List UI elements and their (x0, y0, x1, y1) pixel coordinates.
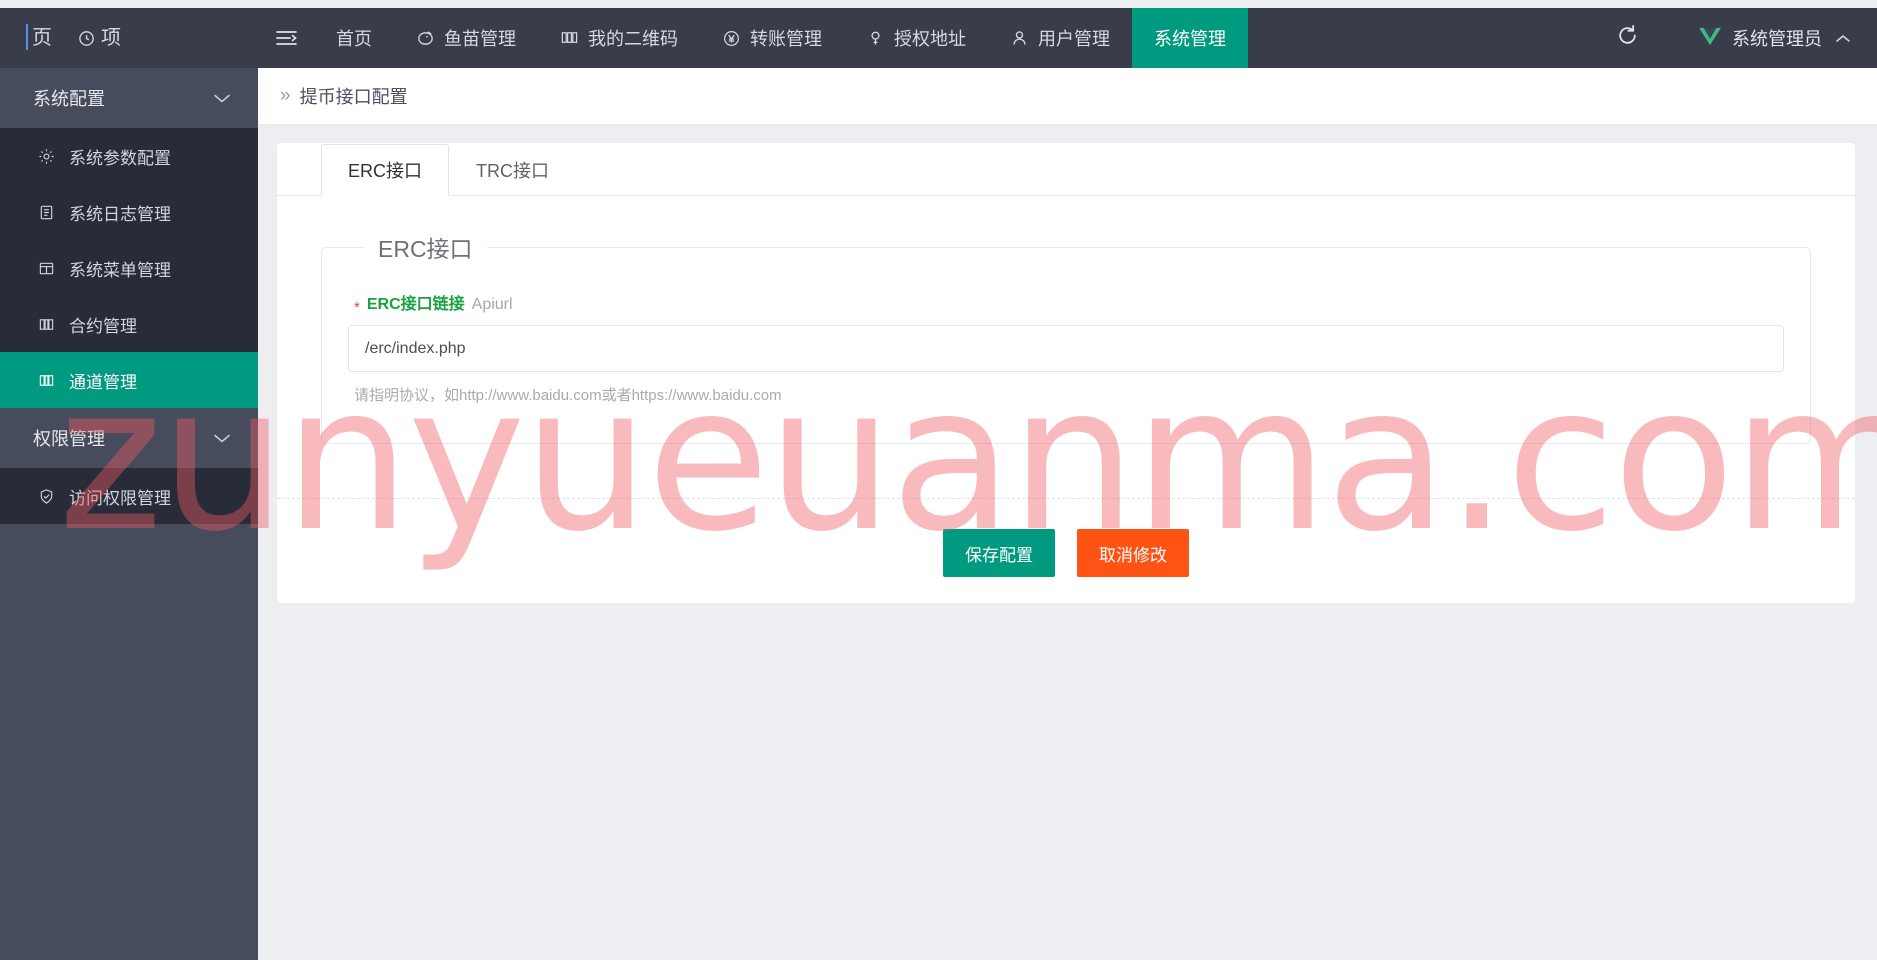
sidebar-item-system-menu[interactable]: 系统菜单管理 (0, 240, 258, 296)
chevron-down-icon (212, 92, 232, 105)
breadcrumb-current: 提币接口配置 (299, 87, 408, 107)
form-actions: 保存配置 取消修改 (277, 529, 1855, 577)
sidebar-group-permission[interactable]: 权限管理 (0, 408, 258, 468)
refresh-icon (1616, 24, 1639, 52)
columns-icon (38, 316, 58, 333)
apiurl-input-value: /erc/index.php (365, 339, 466, 357)
qrcode-icon (560, 29, 579, 48)
tab-bar: ERC接口 TRC接口 (277, 143, 1855, 196)
sidebar-item-system-parameters[interactable]: 系统参数配置 (0, 128, 258, 184)
sidebar-item-channel-management[interactable]: 通道管理 (0, 352, 258, 408)
window-icon (38, 260, 58, 277)
clipboard-icon (38, 204, 58, 221)
section-divider (277, 498, 1855, 499)
app-root: 页 项 首页 鱼苗管理 我的二维码 转账管理 授权地址 用户管理 系统管理 系统… (0, 0, 1877, 960)
browser-chrome-strip (0, 0, 1877, 8)
browser-tab-label-1: 页 (32, 27, 52, 49)
nav-item-my-qrcode[interactable]: 我的二维码 (538, 8, 700, 68)
nav-item-label: 授权地址 (894, 29, 966, 49)
sidebar-item-label: 系统日志管理 (69, 204, 171, 224)
columns-icon (38, 372, 58, 389)
sidebar-item-system-logs[interactable]: 系统日志管理 (0, 184, 258, 240)
erc-interface-fieldset: ERC接口 * ERC接口链接 Apiurl /erc/index.php 请指… (321, 230, 1811, 444)
sidebar-item-label: 通道管理 (69, 372, 137, 392)
sidebar-group-system-config[interactable]: 系统配置 (0, 68, 258, 128)
refresh-button[interactable] (1596, 8, 1658, 68)
nav-item-system-management[interactable]: 系统管理 (1132, 8, 1248, 68)
menu-fold-icon (274, 28, 299, 48)
tab-erc-interface[interactable]: ERC接口 (321, 144, 450, 196)
nav-item-label: 首页 (336, 29, 372, 49)
nav-item-authorized-address[interactable]: 授权地址 (844, 8, 988, 68)
save-config-button[interactable]: 保存配置 (943, 529, 1055, 577)
yen-circle-icon (722, 29, 741, 48)
key-icon (866, 29, 885, 48)
required-asterisk: * (354, 299, 360, 316)
vue-logo-icon (1698, 26, 1722, 51)
chevron-down-icon (212, 432, 232, 445)
settings-card: ERC接口 TRC接口 ERC接口 * ERC接口链接 Apiurl /erc/… (277, 143, 1855, 603)
field-label-key: Apiurl (471, 296, 513, 313)
nav-item-home[interactable]: 首页 (314, 8, 394, 68)
apiurl-input[interactable]: /erc/index.php (348, 325, 1784, 372)
gear-icon (38, 148, 58, 165)
form-row-apiurl: * ERC接口链接 Apiurl /erc/index.php 请指明协议，如h… (348, 290, 1784, 405)
tab-label: ERC接口 (348, 161, 423, 181)
sidebar-submenu-permission: 访问权限管理 (0, 468, 258, 524)
sidebar-group-label: 权限管理 (33, 429, 105, 449)
sidebar-toggle-button[interactable] (258, 8, 314, 68)
nav-item-user-management[interactable]: 用户管理 (988, 8, 1132, 68)
tab-trc-interface[interactable]: TRC接口 (449, 144, 576, 196)
sidebar-submenu-system-config: 系统参数配置 系统日志管理 系统菜单管理 合约管理 通道管理 (0, 128, 258, 408)
cancel-changes-button[interactable]: 取消修改 (1077, 529, 1189, 577)
field-label-group: * ERC接口链接 Apiurl (348, 290, 1784, 316)
nav-item-label: 转账管理 (750, 29, 822, 49)
text-caret (26, 24, 28, 50)
chevron-up-icon (1835, 33, 1851, 44)
browser-tab-label-2: 项 (78, 8, 121, 68)
top-navbar: 页 项 首页 鱼苗管理 我的二维码 转账管理 授权地址 用户管理 系统管理 系统… (0, 8, 1877, 68)
sidebar-item-label: 访问权限管理 (69, 488, 171, 508)
sidebar-item-access-permission[interactable]: 访问权限管理 (0, 468, 258, 524)
navbar-logo-space: 页 项 (0, 8, 258, 68)
fieldset-legend: ERC接口 (378, 236, 473, 262)
nav-item-transfer-management[interactable]: 转账管理 (700, 8, 844, 68)
clock-icon (78, 29, 97, 48)
nav-item-label: 系统管理 (1154, 29, 1226, 49)
breadcrumb: » 提币接口配置 (258, 68, 1877, 125)
navbar-menu: 首页 鱼苗管理 我的二维码 转账管理 授权地址 用户管理 系统管理 (314, 8, 1248, 68)
tab-label: TRC接口 (476, 161, 550, 181)
nav-item-label: 我的二维码 (588, 29, 678, 49)
user-menu[interactable]: 系统管理员 (1658, 25, 1851, 51)
breadcrumb-separator: » (280, 85, 291, 106)
nav-item-label: 用户管理 (1038, 29, 1110, 49)
sidebar-item-label: 系统参数配置 (69, 148, 171, 168)
sidebar-item-contract-management[interactable]: 合约管理 (0, 296, 258, 352)
sidebar-item-label: 合约管理 (69, 316, 137, 336)
user-icon (1010, 29, 1029, 48)
field-help-text: 请指明协议，如http://www.baidu.com或者https://www… (354, 387, 782, 404)
shield-check-icon (38, 488, 58, 505)
navbar-spacer (1248, 8, 1596, 68)
sidebar-group-label: 系统配置 (33, 89, 105, 109)
sidebar-item-label: 系统菜单管理 (69, 260, 171, 280)
content-area: ERC接口 TRC接口 ERC接口 * ERC接口链接 Apiurl /erc/… (258, 125, 1877, 960)
fish-icon (416, 29, 435, 48)
browser-tab-text-2: 项 (101, 27, 121, 49)
nav-item-fish-management[interactable]: 鱼苗管理 (394, 8, 538, 68)
user-name: 系统管理员 (1732, 29, 1822, 49)
field-label: ERC接口链接 (366, 296, 465, 313)
sidebar: 系统配置 系统参数配置 系统日志管理 系统菜单管理 合约管理 通道管理 权限管理… (0, 68, 258, 960)
nav-item-label: 鱼苗管理 (444, 29, 516, 49)
navbar-right: 系统管理员 (1596, 8, 1877, 68)
